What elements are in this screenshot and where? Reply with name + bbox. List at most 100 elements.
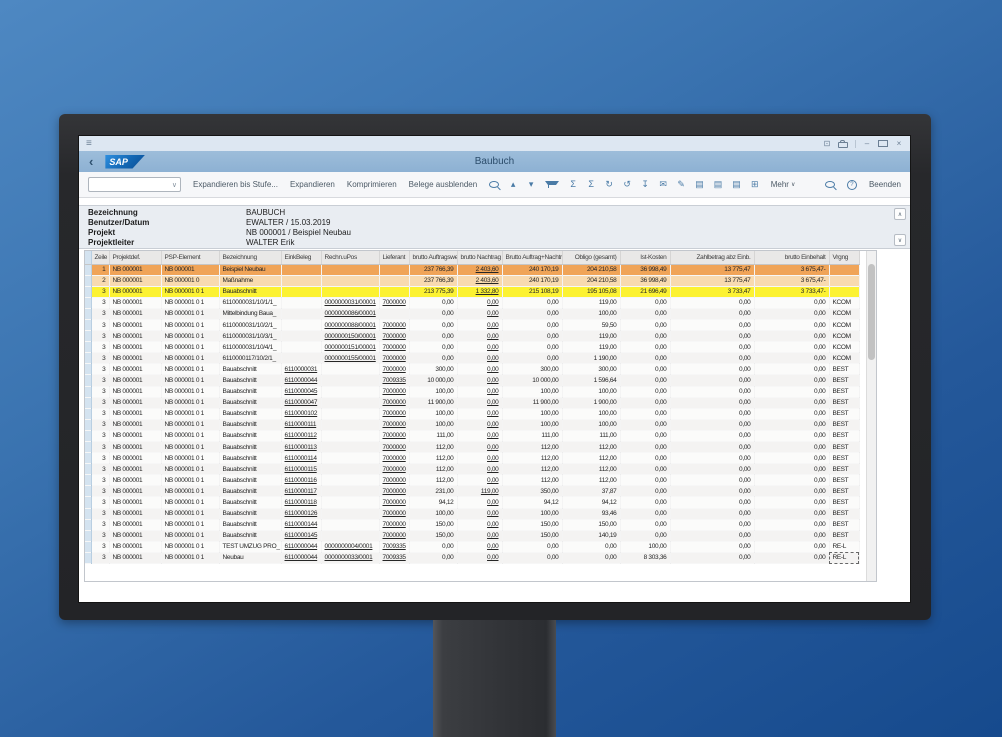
cell-einkbeleg[interactable]: 6110000044 <box>281 375 321 386</box>
cell-nachtrag[interactable]: 0,00 <box>457 453 502 464</box>
cell-lieferant[interactable]: 7000000 <box>379 297 409 308</box>
cell-nachtrag[interactable]: 0,00 <box>457 430 502 441</box>
cell-nachtrag[interactable]: 119,00 <box>457 486 502 497</box>
cell-lieferant[interactable]: 7000000 <box>379 342 409 353</box>
session-lock-icon[interactable] <box>838 142 848 148</box>
gui-settings-icon[interactable]: ⊡ <box>823 140 831 148</box>
cell-lieferant[interactable]: 7000000 <box>379 464 409 475</box>
cell-einkbeleg[interactable]: 6110000047 <box>281 397 321 408</box>
cell-nachtrag[interactable]: 0,00 <box>457 508 502 519</box>
cell-einkbeleg[interactable]: 6110000145 <box>281 530 321 541</box>
layout-combobox[interactable]: ∨ <box>88 177 181 192</box>
minimize-icon[interactable]: – <box>863 140 871 148</box>
sort-descending-icon[interactable]: ▾ <box>527 180 535 189</box>
more-button[interactable]: Mehr ∨ <box>771 180 796 189</box>
cell-nachtrag[interactable]: 0,00 <box>457 397 502 408</box>
cell-nachtrag[interactable]: 0,00 <box>457 342 502 353</box>
cell-lieferant[interactable]: 7000000 <box>379 364 409 375</box>
cell-lieferant[interactable]: 7000000 <box>379 453 409 464</box>
cell-lieferant[interactable]: 7009335 <box>379 541 409 552</box>
column-header-lieferant[interactable]: Lieferant <box>379 251 409 264</box>
toolbar-button[interactable]: Komprimieren <box>347 180 397 189</box>
column-header-obligo[interactable]: Obligo (gesamt) <box>562 251 620 264</box>
cell-lieferant[interactable]: 7000000 <box>379 475 409 486</box>
column-header-projektdef[interactable]: Projektdef. <box>109 251 161 264</box>
cell-nachtrag[interactable]: 0,00 <box>457 530 502 541</box>
cell-rechn_upos[interactable]: 0000000031/00001 <box>321 297 379 308</box>
cell-nachtrag[interactable]: 0,00 <box>457 308 502 319</box>
cell-nachtrag[interactable]: 1 332,80 <box>457 286 502 297</box>
cell-nachtrag[interactable]: 0,00 <box>457 297 502 308</box>
table-view-icon[interactable]: ⊞ <box>751 180 759 189</box>
cell-lieferant[interactable]: 7000000 <box>379 497 409 508</box>
column-header-auftrag_nachtrag[interactable]: Brutto Auftrag+Nachtrag <box>502 251 562 264</box>
column-header-ist_kosten[interactable]: Ist-Kosten <box>620 251 670 264</box>
cell-einkbeleg[interactable]: 6110000102 <box>281 408 321 419</box>
cell-lieferant[interactable]: 7000000 <box>379 353 409 364</box>
subtotal-icon[interactable]: Σ <box>587 180 595 189</box>
toolbar-button[interactable]: Expandieren <box>290 180 335 189</box>
panel-scroll-down-button[interactable]: ∨ <box>894 234 906 246</box>
sum-icon[interactable]: Σ <box>569 180 577 189</box>
cell-nachtrag[interactable]: 0,00 <box>457 375 502 386</box>
print-preview-icon[interactable]: ▤ <box>714 180 723 189</box>
hamburger-menu-icon[interactable]: ≡ <box>86 138 92 149</box>
cell-lieferant[interactable]: 7000000 <box>379 419 409 430</box>
print-settings-icon[interactable]: ▤ <box>732 180 741 189</box>
cell-einkbeleg[interactable]: 6110000111 <box>281 419 321 430</box>
cell-nachtrag[interactable]: 0,00 <box>457 475 502 486</box>
column-header-einbehalt[interactable]: brutto Einbehalt <box>754 251 829 264</box>
cell-nachtrag[interactable]: 0,00 <box>457 464 502 475</box>
sort-ascending-icon[interactable]: ▴ <box>509 180 517 189</box>
cell-lieferant[interactable]: 7000000 <box>379 530 409 541</box>
column-header-psp[interactable]: PSP-Element <box>161 251 219 264</box>
cell-nachtrag[interactable]: 0,00 <box>457 331 502 342</box>
toolbar-button[interactable]: Expandieren bis Stufe... <box>193 180 278 189</box>
cell-lieferant[interactable]: 7000000 <box>379 486 409 497</box>
filter-icon[interactable] <box>545 181 559 185</box>
cell-nachtrag[interactable]: 0,00 <box>457 519 502 530</box>
cell-einkbeleg[interactable]: 6110000114 <box>281 453 321 464</box>
column-header-zeile[interactable]: Zeile <box>91 251 109 264</box>
cell-einkbeleg[interactable]: 6110000112 <box>281 430 321 441</box>
search-icon[interactable] <box>825 181 835 188</box>
cell-lieferant[interactable]: 7000000 <box>379 397 409 408</box>
cell-lieferant[interactable]: 7000000 <box>379 442 409 453</box>
cell-lieferant[interactable]: 7000000 <box>379 408 409 419</box>
cell-nachtrag[interactable]: 0,00 <box>457 353 502 364</box>
beenden-button[interactable]: Beenden <box>869 180 901 189</box>
cell-einkbeleg[interactable]: 6110000116 <box>281 475 321 486</box>
cell-nachtrag[interactable]: 0,00 <box>457 408 502 419</box>
cell-nachtrag[interactable]: 0,00 <box>457 541 502 552</box>
cell-nachtrag[interactable]: 0,00 <box>457 442 502 453</box>
cell-nachtrag[interactable]: 2 403,60 <box>457 264 502 275</box>
search-icon[interactable] <box>489 181 499 188</box>
cell-lieferant[interactable]: 7000000 <box>379 319 409 330</box>
cell-nachtrag[interactable]: 2 403,60 <box>457 275 502 286</box>
cell-lieferant[interactable]: 7000000 <box>379 430 409 441</box>
cell-einkbeleg[interactable]: 6110000126 <box>281 508 321 519</box>
print-icon[interactable]: ▤ <box>695 180 704 189</box>
restore-icon[interactable] <box>878 140 888 147</box>
cell-einkbeleg[interactable]: 6110000144 <box>281 519 321 530</box>
cell-lieferant[interactable]: 7000000 <box>379 519 409 530</box>
cell-lieferant[interactable]: 7000000 <box>379 331 409 342</box>
cell-einkbeleg[interactable]: 6110000044 <box>281 541 321 552</box>
refresh-icon[interactable]: ↻ <box>605 180 613 189</box>
column-header-auftragswert[interactable]: brutto Auftragswert <box>409 251 457 264</box>
mail-icon[interactable]: ✉ <box>659 180 667 189</box>
cell-rechn_upos[interactable]: 0000000088/00001 <box>321 319 379 330</box>
cell-nachtrag[interactable]: 0,00 <box>457 552 502 563</box>
refresh-all-icon[interactable]: ↺ <box>623 180 631 189</box>
cell-rechn_upos[interactable]: 0000000150/00001 <box>321 331 379 342</box>
cell-rechn_upos[interactable]: 0000000004/0001 <box>321 541 379 552</box>
cell-einkbeleg[interactable]: 6110000031 <box>281 364 321 375</box>
column-header-vrgng[interactable]: Vrgng <box>829 251 859 264</box>
cell-rechn_upos[interactable]: 0000000155/00001 <box>321 353 379 364</box>
cell-lieferant[interactable]: 7000000 <box>379 386 409 397</box>
cell-einkbeleg[interactable]: 6110000118 <box>281 497 321 508</box>
cell-rechn_upos[interactable]: 0000000086/00001 <box>321 308 379 319</box>
download-icon[interactable]: ↧ <box>641 180 649 189</box>
cell-rechn_upos[interactable]: 0000000033/0001 <box>321 552 379 563</box>
cell-nachtrag[interactable]: 0,00 <box>457 497 502 508</box>
